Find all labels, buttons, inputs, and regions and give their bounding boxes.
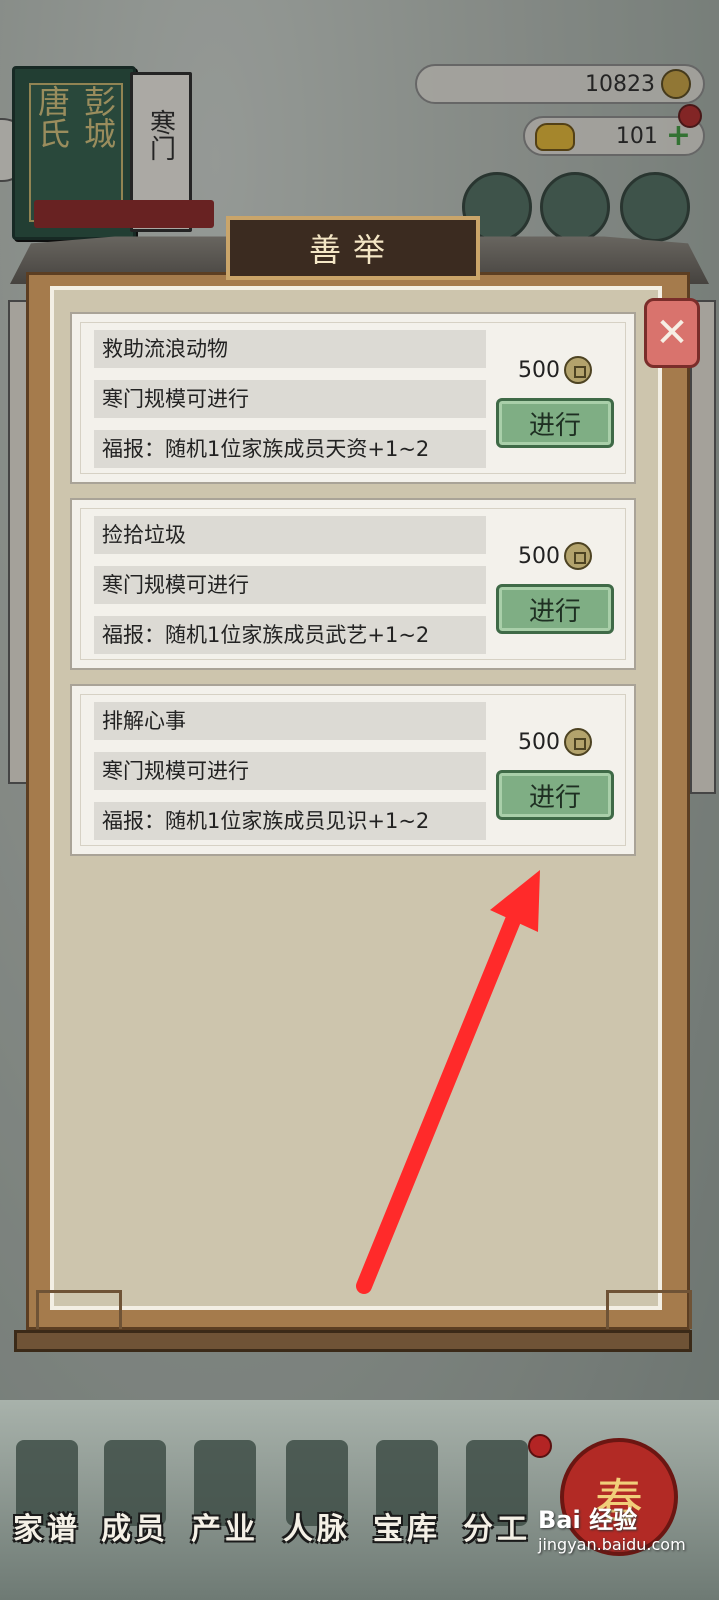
deed-cost-value: 500 — [518, 357, 560, 383]
nav-division[interactable]: 分工 — [458, 1440, 536, 1560]
watermark: Bai 经验 jingyan.baidu.com — [538, 1500, 686, 1554]
deed-name: 排解心事 — [94, 702, 486, 740]
panel-title: 善举 — [226, 216, 480, 280]
notification-dot — [528, 1434, 552, 1458]
nav-label: 成员 — [101, 1512, 169, 1547]
nav-label: 分工 — [463, 1512, 531, 1547]
deed-card: 救助流浪动物 寒门规模可进行 福报：随机1位家族成员天资+1~2 500 进行 — [70, 312, 636, 484]
deed-card: 捡拾垃圾 寒门规模可进行 福报：随机1位家族成员武艺+1~2 500 进行 — [70, 498, 636, 670]
deed-cost: 500 — [518, 542, 592, 570]
nav-industry[interactable]: 产业 — [186, 1440, 264, 1560]
panel-rail-left — [36, 1290, 122, 1329]
perform-button[interactable]: 进行 — [496, 584, 614, 634]
annotation-arrow-icon — [356, 870, 540, 1294]
close-button[interactable]: ✕ — [644, 298, 700, 368]
deed-cost: 500 — [518, 728, 592, 756]
nav-connections[interactable]: 人脉 — [278, 1440, 356, 1560]
nav-label: 人脉 — [283, 1512, 351, 1547]
deed-name: 救助流浪动物 — [94, 330, 486, 368]
close-icon: ✕ — [655, 310, 689, 356]
deed-card: 排解心事 寒门规模可进行 福报：随机1位家族成员见识+1~2 500 进行 — [70, 684, 636, 856]
nav-family-tree[interactable]: 家谱 — [8, 1440, 86, 1560]
panel-base — [14, 1330, 692, 1352]
deed-reward: 福报：随机1位家族成员见识+1~2 — [94, 802, 486, 840]
nav-label: 家谱 — [13, 1512, 81, 1547]
coin-icon — [564, 356, 592, 384]
nav-treasury[interactable]: 宝库 — [368, 1440, 446, 1560]
perform-button[interactable]: 进行 — [496, 398, 614, 448]
deed-name: 捡拾垃圾 — [94, 516, 486, 554]
deed-requirement: 寒门规模可进行 — [94, 566, 486, 604]
deed-requirement: 寒门规模可进行 — [94, 752, 486, 790]
nav-label: 宝库 — [373, 1512, 441, 1547]
coin-icon — [564, 728, 592, 756]
nav-label: 产业 — [191, 1512, 259, 1547]
deed-cost-value: 500 — [518, 729, 560, 755]
deed-reward: 福报：随机1位家族成员武艺+1~2 — [94, 616, 486, 654]
watermark-brand: Bai 经验 — [538, 1506, 638, 1534]
panel-rail-right — [606, 1290, 692, 1329]
watermark-url: jingyan.baidu.com — [538, 1535, 686, 1554]
nav-members[interactable]: 成员 — [96, 1440, 174, 1560]
deed-cost-value: 500 — [518, 543, 560, 569]
deed-requirement: 寒门规模可进行 — [94, 380, 486, 418]
deed-cost: 500 — [518, 356, 592, 384]
perform-button[interactable]: 进行 — [496, 770, 614, 820]
coin-icon — [564, 542, 592, 570]
deed-reward: 福报：随机1位家族成员天资+1~2 — [94, 430, 486, 468]
